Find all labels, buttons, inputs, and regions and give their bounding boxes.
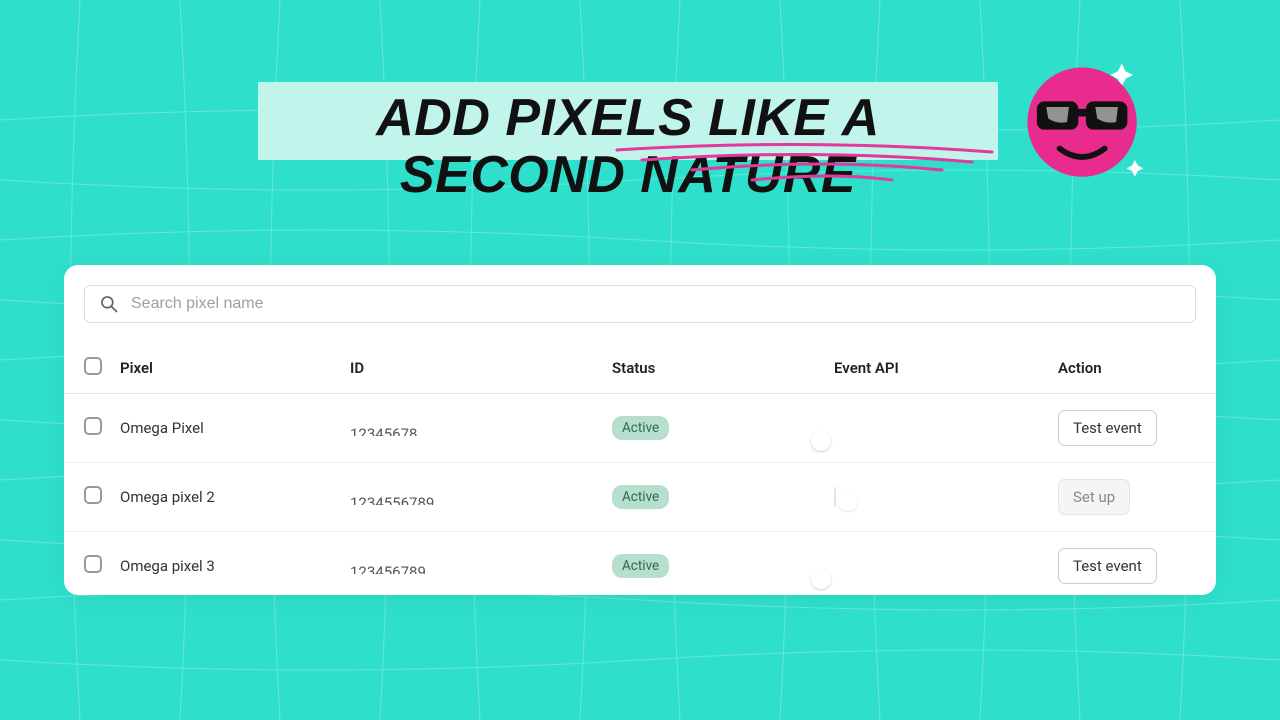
action-button[interactable]: Test event — [1058, 410, 1157, 446]
row-checkbox[interactable] — [84, 555, 102, 573]
pixel-id: 1234556789 — [350, 489, 612, 505]
pixel-name: Omega pixel 3 — [120, 532, 350, 596]
col-action: Action — [1054, 343, 1216, 394]
headline-banner: ADD PIXELS LIKE A SECOND NATURE — [258, 82, 998, 160]
table-row: Omega pixel 21234556789Active Set up — [64, 463, 1216, 532]
search-icon — [99, 294, 119, 314]
table-row: Omega Pixel12345678Active Test event — [64, 394, 1216, 463]
sunglasses-emoji-icon — [1018, 58, 1150, 190]
status-badge: Active — [612, 416, 669, 440]
col-status: Status — [612, 343, 820, 394]
search-input[interactable] — [131, 295, 1181, 313]
pixels-card: Pixel ID Status Event API Action Omega P… — [64, 265, 1216, 595]
pixel-name: Omega pixel 2 — [120, 463, 350, 532]
headline-text: ADD PIXELS LIKE A SECOND NATURE — [258, 82, 998, 204]
pixel-id: 12345678 — [350, 420, 612, 436]
search-bar[interactable] — [84, 285, 1196, 323]
row-checkbox[interactable] — [84, 486, 102, 504]
pixel-name: Omega Pixel — [120, 394, 350, 463]
action-button[interactable]: Test event — [1058, 548, 1157, 584]
event-api-toggle[interactable] — [834, 487, 836, 507]
pixels-table: Pixel ID Status Event API Action Omega P… — [64, 343, 1216, 595]
pixel-id: 123456789 — [350, 558, 612, 574]
status-badge: Active — [612, 485, 669, 509]
status-badge: Active — [612, 554, 669, 578]
table-row: Omega pixel 3123456789Active Test event — [64, 532, 1216, 596]
col-event-api: Event API — [820, 343, 1054, 394]
row-checkbox[interactable] — [84, 417, 102, 435]
col-id: ID — [350, 343, 612, 394]
action-button[interactable]: Set up — [1058, 479, 1130, 515]
col-pixel: Pixel — [120, 343, 350, 394]
select-all-checkbox[interactable] — [84, 357, 102, 375]
